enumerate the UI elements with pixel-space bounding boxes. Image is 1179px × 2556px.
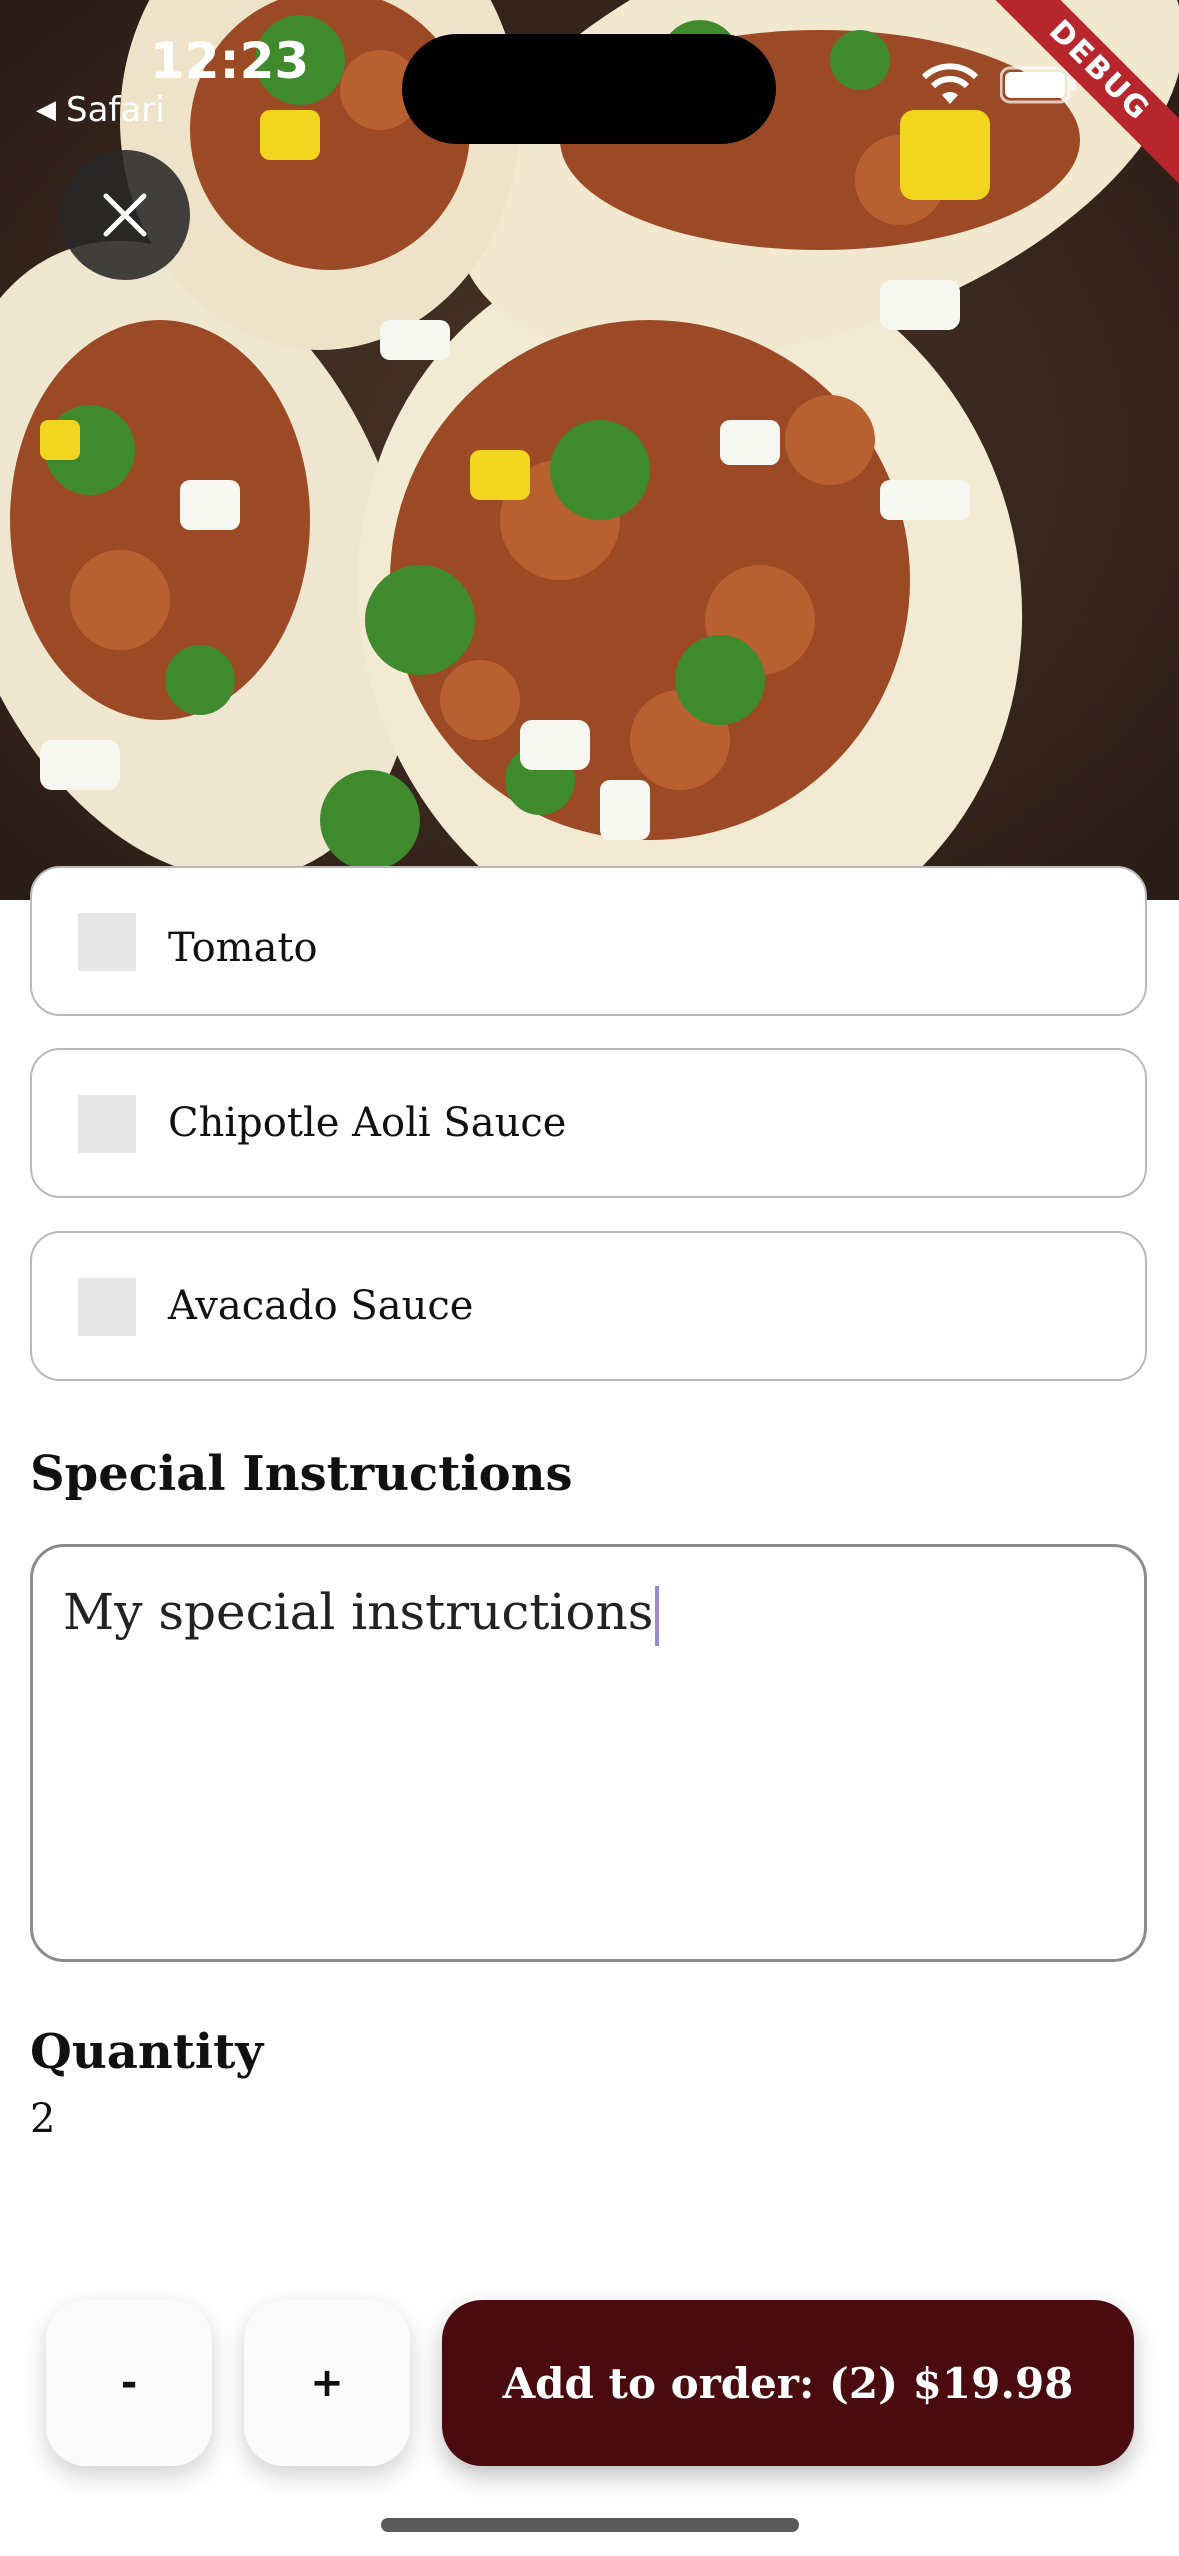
- option-label: Tomato: [168, 925, 318, 972]
- quantity-value: 2: [30, 2096, 56, 2142]
- quantity-title: Quantity: [30, 2024, 264, 2080]
- special-instructions-text: My special instructions: [63, 1583, 660, 1646]
- decrement-button[interactable]: -: [46, 2300, 212, 2466]
- home-indicator[interactable]: [381, 2518, 799, 2532]
- add-to-order-button[interactable]: Add to order: (2) $19.98: [442, 2300, 1134, 2466]
- text-caret: [655, 1586, 660, 1646]
- option-checkbox[interactable]: [78, 1278, 136, 1336]
- option-checkbox[interactable]: [78, 1095, 136, 1153]
- back-app-label: Safari: [66, 90, 165, 130]
- close-icon: [103, 193, 147, 237]
- back-to-safari-link[interactable]: ◀ Safari: [36, 90, 165, 130]
- special-instructions-value: My special instructions: [63, 1583, 654, 1641]
- option-row-avacado-sauce[interactable]: Avacado Sauce: [30, 1231, 1147, 1381]
- option-label: Avacado Sauce: [168, 1283, 474, 1329]
- back-triangle-icon: ◀: [36, 95, 56, 125]
- wifi-icon: [921, 63, 979, 104]
- dynamic-island: [402, 34, 776, 144]
- close-button[interactable]: [60, 150, 190, 280]
- option-row-tomato[interactable]: Tomato: [30, 866, 1147, 1016]
- special-instructions-title: Special Instructions: [30, 1446, 573, 1502]
- option-checkbox[interactable]: [78, 913, 136, 971]
- special-instructions-input[interactable]: My special instructions: [30, 1544, 1147, 1962]
- status-bar: 12:23 ◀ Safari DEBUG: [0, 0, 1179, 194]
- option-row-chipotle-aoli-sauce[interactable]: Chipotle Aoli Sauce: [30, 1048, 1147, 1198]
- increment-button[interactable]: +: [244, 2300, 410, 2466]
- status-time: 12:23: [150, 32, 310, 90]
- option-label: Chipotle Aoli Sauce: [168, 1100, 567, 1146]
